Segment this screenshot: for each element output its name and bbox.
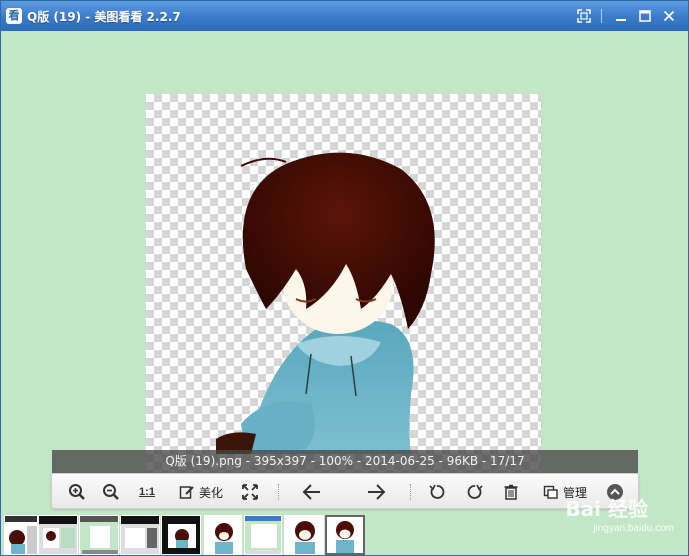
minimize-icon <box>616 19 626 21</box>
minimize-button[interactable] <box>610 7 632 25</box>
thumbnail[interactable] <box>38 515 78 555</box>
image-canvas[interactable] <box>146 94 541 491</box>
manage-icon <box>543 485 558 499</box>
image-info-bar: Q版 (19).png - 395x397 - 100% - 2014-06-2… <box>52 450 638 473</box>
app-icon: 看 <box>6 8 22 24</box>
thumbnail[interactable] <box>4 515 38 555</box>
thumbnail-active[interactable] <box>325 515 365 555</box>
fullscreen-button[interactable] <box>573 7 595 25</box>
zoom-out-icon <box>103 484 119 500</box>
beautify-button[interactable]: 美化 <box>176 480 226 504</box>
zoom-out-button[interactable] <box>100 480 122 504</box>
next-button[interactable] <box>364 480 388 504</box>
maximize-icon <box>639 10 651 22</box>
toolbar-separator <box>410 484 411 500</box>
arrow-right-icon <box>368 484 386 500</box>
thumbnail[interactable] <box>120 515 160 555</box>
zoom-in-icon <box>69 484 85 500</box>
window-title: Q版 (19) - 美图看看 2.2.7 <box>27 10 181 24</box>
window-controls <box>571 7 680 25</box>
rotate-right-icon <box>467 484 483 499</box>
beautify-edit-icon <box>179 486 194 499</box>
beautify-label: 美化 <box>198 485 223 500</box>
thumbnail[interactable] <box>244 515 282 555</box>
close-icon <box>663 10 675 22</box>
close-button[interactable] <box>658 7 680 25</box>
fullscreen-arrows-icon <box>242 484 258 500</box>
previous-button[interactable] <box>300 480 324 504</box>
fullscreen-icon <box>577 9 591 23</box>
app-window: 看 Q版 (19) - 美图看看 2.2.7 Q版 (19).png - 395… <box>0 0 689 556</box>
watermark: Bai 经验 <box>565 497 648 521</box>
arrow-left-icon <box>302 484 320 500</box>
viewer-area[interactable]: Q版 (19).png - 395x397 - 100% - 2014-06-2… <box>1 31 688 555</box>
title-bar[interactable]: 看 Q版 (19) - 美图看看 2.2.7 <box>1 1 688 31</box>
title-separator <box>601 9 602 23</box>
toolbar-separator <box>278 484 279 500</box>
watermark-url: jingyan.baidu.com <box>593 523 674 534</box>
thumbnail[interactable] <box>204 515 242 555</box>
fit-screen-button[interactable] <box>238 480 262 504</box>
rotate-right-button[interactable] <box>464 480 486 504</box>
thumbnail[interactable] <box>284 515 324 555</box>
rotate-left-icon <box>429 484 445 499</box>
viewer-toolbar: 1:1 美化 管理 <box>51 473 639 509</box>
chibi-illustration <box>216 152 435 454</box>
thumbnail[interactable] <box>161 515 201 555</box>
actual-size-button[interactable]: 1:1 <box>134 480 160 504</box>
actual-size-label: 1:1 <box>139 486 155 498</box>
trash-icon <box>504 484 518 500</box>
delete-button[interactable] <box>500 480 522 504</box>
zoom-in-button[interactable] <box>66 480 88 504</box>
maximize-button[interactable] <box>634 7 656 25</box>
rotate-left-button[interactable] <box>426 480 448 504</box>
thumbnail[interactable] <box>79 515 119 555</box>
